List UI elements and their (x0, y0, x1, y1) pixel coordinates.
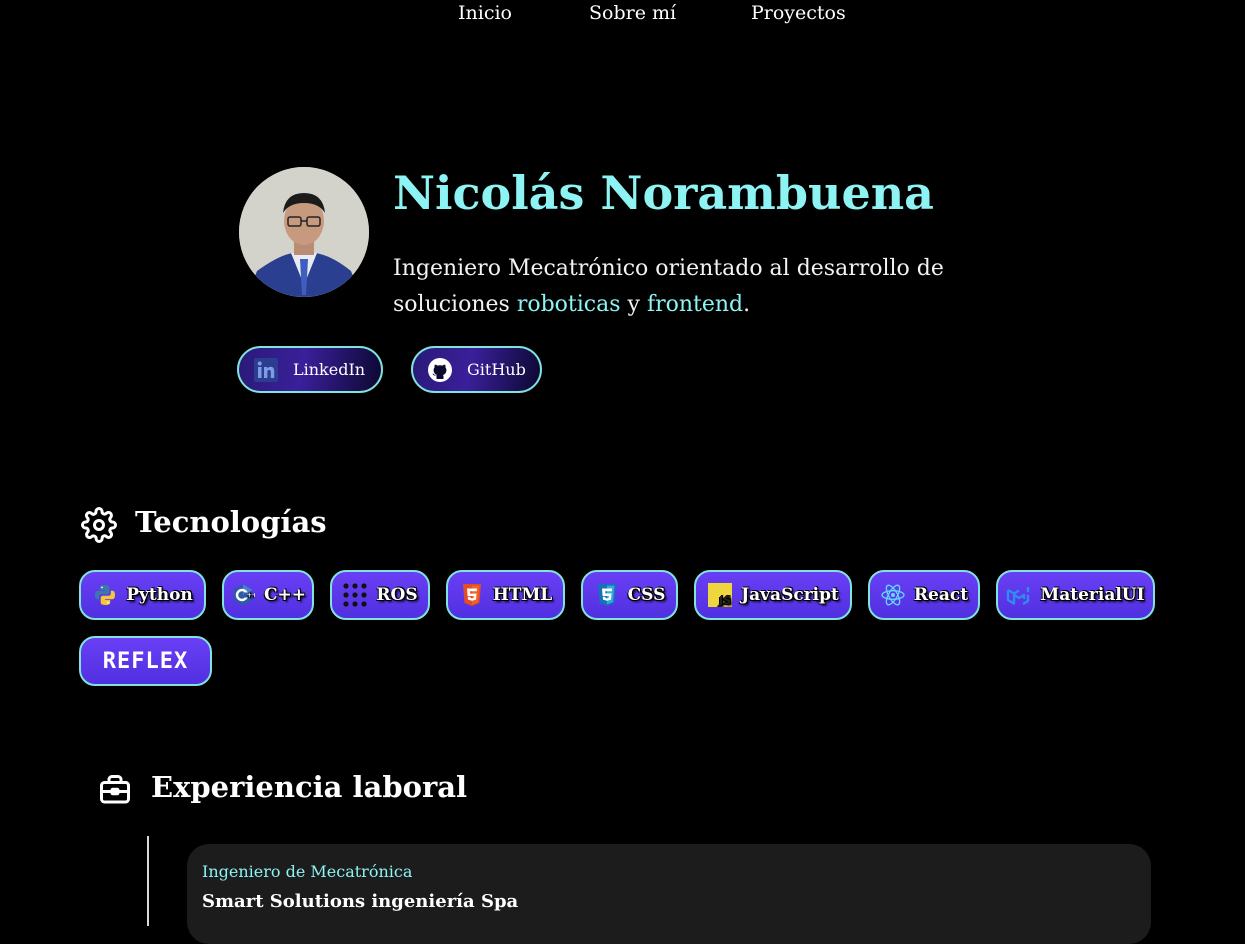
tech-chip-label: MaterialUI (1040, 585, 1145, 605)
experience-card: Ingeniero de Mecatrónica Smart Solutions… (187, 844, 1151, 944)
tech-chip-label: C++ (263, 585, 307, 605)
tech-chip-css: CSS (581, 570, 678, 620)
tech-chip-label: ROS (376, 585, 418, 605)
javascript-icon: JS (707, 582, 733, 608)
html5-icon (459, 582, 485, 608)
section-title-tecnologias: Tecnologías (135, 505, 327, 539)
tech-chip-reflex: REFLEX (79, 636, 212, 686)
materialui-icon (1006, 582, 1032, 608)
svg-text:++: ++ (247, 592, 255, 599)
hero-name: Nicolás Norambuena (393, 166, 934, 220)
github-icon (427, 357, 453, 383)
linkedin-button[interactable]: LinkedIn (237, 346, 383, 393)
linkedin-label: LinkedIn (293, 360, 366, 379)
hero-description-text: y (620, 292, 647, 317)
avatar (239, 167, 369, 297)
experience-role: Ingeniero de Mecatrónica (202, 862, 413, 881)
tech-chip-react: React (868, 570, 980, 620)
nav-link-proyectos[interactable]: Proyectos (751, 2, 846, 24)
tech-chip-label: Python (126, 585, 193, 605)
tech-chip-html: HTML (446, 570, 565, 620)
reflex-logo: REFLEX (102, 648, 189, 674)
tech-chip-label: React (913, 585, 969, 605)
hero-accent-roboticas: roboticas (516, 292, 621, 317)
hero-description: Ingeniero Mecatrónico orientado al desar… (393, 251, 1033, 323)
nav-link-inicio[interactable]: Inicio (458, 2, 512, 24)
briefcase-icon (97, 772, 133, 808)
linkedin-icon (253, 357, 279, 383)
tech-chip-label: CSS (627, 585, 666, 605)
tech-chip-python: Python (79, 570, 206, 620)
nav-link-sobre-mi[interactable]: Sobre mí (589, 2, 676, 24)
cplusplus-icon: ++ (230, 582, 256, 608)
svg-text:JS: JS (718, 594, 731, 607)
tech-chip-cplusplus: ++ C++ (222, 570, 314, 620)
tech-chip-label: JavaScript (741, 585, 839, 605)
github-button[interactable]: GitHub (411, 346, 542, 393)
hero-accent-frontend: frontend (646, 292, 744, 317)
ros-icon (342, 582, 368, 608)
top-nav: Inicio Sobre mí Proyectos (0, 0, 1245, 30)
hero-description-text: . (743, 292, 751, 317)
section-title-experiencia: Experiencia laboral (151, 770, 468, 804)
tech-chip-javascript: JS JavaScript (694, 570, 852, 620)
timeline-line (147, 836, 149, 926)
react-icon (880, 582, 906, 608)
tech-chip-materialui: MaterialUI (996, 570, 1155, 620)
css3-icon (594, 582, 620, 608)
python-icon (92, 582, 118, 608)
experience-company: Smart Solutions ingeniería Spa (202, 891, 519, 912)
tech-chip-ros: ROS (330, 570, 430, 620)
github-label: GitHub (467, 360, 526, 379)
tech-chip-label: HTML (492, 585, 553, 605)
gear-icon (81, 507, 117, 543)
